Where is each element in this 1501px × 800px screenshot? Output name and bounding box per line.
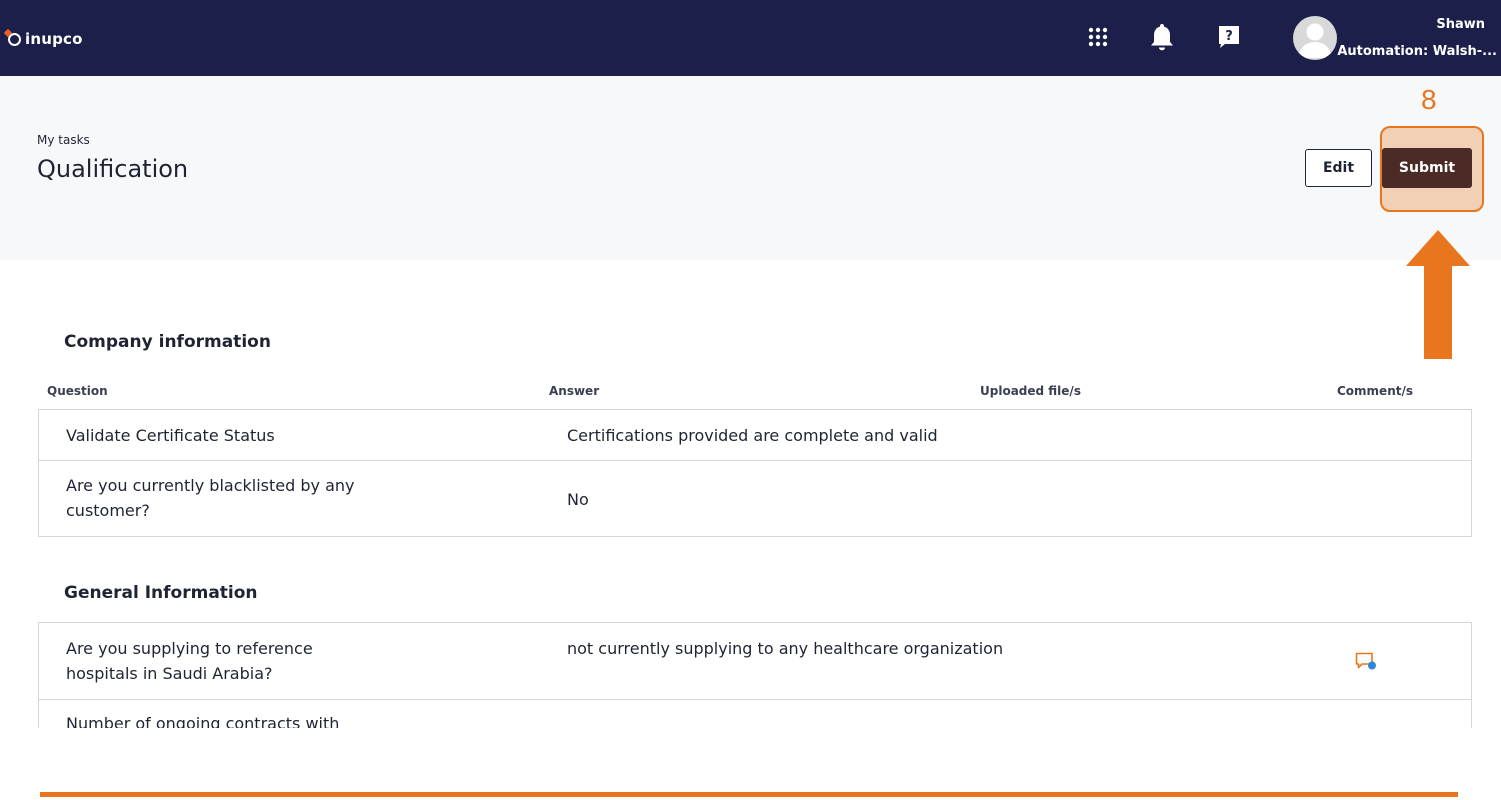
answer-cell: No <box>567 490 589 509</box>
page-title: Qualification <box>37 155 189 183</box>
bottom-accent-line <box>40 792 1458 797</box>
column-header-uploaded-files: Uploaded file/s <box>980 384 1081 398</box>
comment-icon[interactable] <box>1355 652 1377 672</box>
content-fade-overlay <box>0 728 1501 800</box>
column-header-question: Question <box>47 384 108 398</box>
breadcrumb[interactable]: My tasks <box>37 133 90 147</box>
apps-grid-icon[interactable] <box>1083 22 1113 52</box>
bell-icon[interactable] <box>1147 22 1177 52</box>
question-cell: Are you currently blacklisted by any cus… <box>66 476 355 520</box>
column-header-answer: Answer <box>549 384 600 398</box>
arrow-shaft <box>1424 265 1452 359</box>
top-navigation-bar: inupco ? Shawn Automation: Walsh-... <box>0 0 1501 76</box>
section-title-general-information: General Information <box>64 583 258 603</box>
user-organization[interactable]: Automation: Walsh-... <box>1337 44 1497 59</box>
brand-name: inupco <box>25 30 83 48</box>
svg-text:?: ? <box>1225 29 1233 44</box>
arrow-up-icon <box>1406 230 1470 266</box>
step-number-annotation: 8 <box>1421 84 1437 115</box>
question-cell: Validate Certificate Status <box>66 426 275 445</box>
section-title-company-information: Company information <box>64 332 271 352</box>
edit-button[interactable]: Edit <box>1305 149 1372 187</box>
question-cell: Are you supplying to reference hospitals… <box>66 639 313 683</box>
page-header <box>0 76 1501 260</box>
table-row: Validate Certificate Status Certificatio… <box>39 410 1471 461</box>
user-silhouette-icon <box>1298 23 1332 58</box>
user-name[interactable]: Shawn <box>1436 17 1485 32</box>
help-icon[interactable]: ? <box>1214 22 1244 52</box>
submit-button[interactable]: Submit <box>1382 148 1472 188</box>
table-row: Are you currently blacklisted by any cus… <box>39 461 1471 537</box>
user-avatar[interactable] <box>1293 16 1337 60</box>
column-header-comments: Comment/s <box>1337 384 1414 398</box>
app-logo[interactable]: inupco <box>8 28 83 50</box>
table-row: Are you supplying to reference hospitals… <box>39 623 1471 700</box>
brand-logo-icon <box>8 32 21 46</box>
answer-cell: Certifications provided are complete and… <box>567 426 938 445</box>
answer-cell: not currently supplying to any healthcar… <box>567 639 1004 658</box>
company-information-table: Validate Certificate Status Certificatio… <box>38 409 1472 537</box>
